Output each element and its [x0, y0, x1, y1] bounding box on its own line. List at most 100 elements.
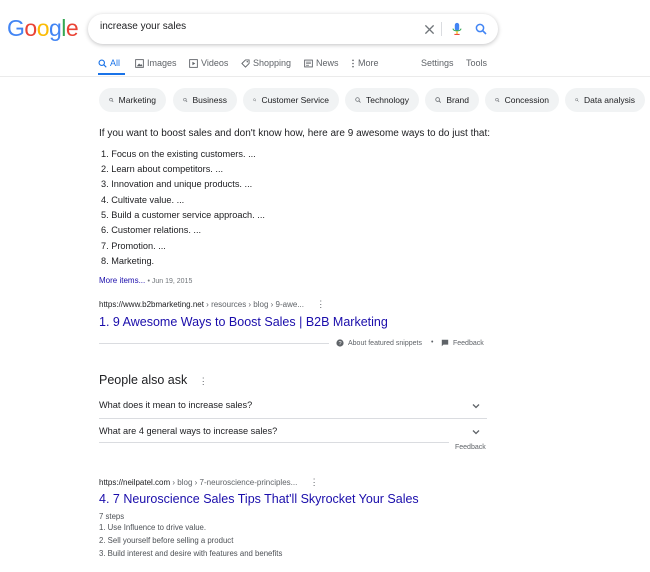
voice-search-button[interactable] — [448, 20, 466, 38]
tab-label: Images — [147, 58, 177, 68]
search-icon — [98, 58, 107, 68]
tab-label: News — [316, 58, 339, 68]
list-item: 4. Cultivate value. ... — [101, 195, 185, 205]
newspaper-icon — [304, 59, 313, 67]
tab-videos[interactable]: Videos — [189, 58, 228, 68]
chip-brand[interactable]: Brand — [425, 88, 479, 112]
search-icon — [575, 98, 579, 102]
more-options-icon[interactable]: ⋮ — [310, 477, 319, 487]
chip-label: Marketing — [118, 95, 156, 105]
chip-business[interactable]: Business — [173, 88, 237, 112]
paa-title: People also ask — [99, 373, 188, 387]
chip-label: Business — [192, 95, 228, 105]
search-icon — [183, 98, 188, 103]
step-item: 2. Sell yourself before selling a produc… — [99, 536, 234, 545]
close-icon — [424, 24, 434, 34]
paa-question[interactable]: What are 4 general ways to increase sale… — [99, 426, 487, 442]
logo-letter: g — [48, 15, 62, 41]
divider — [441, 22, 442, 36]
divider — [99, 418, 487, 419]
result-title-link[interactable]: 1. 9 Awesome Ways to Boost Sales | B2B M… — [99, 315, 388, 329]
paa-question[interactable]: What does it mean to increase sales? — [99, 400, 487, 416]
help-icon: ? — [336, 339, 344, 347]
tab-images[interactable]: Images — [135, 58, 177, 68]
step-item: 1. Use Influence to drive value. — [99, 523, 207, 532]
step-item: 3. Build interest and desire with featur… — [99, 549, 283, 558]
chip-technology[interactable]: Technology — [345, 88, 419, 112]
feedback-label: Feedback — [453, 339, 484, 347]
paa-question-text: What are 4 general ways to increase sale… — [99, 426, 278, 436]
tab-all[interactable]: All — [98, 58, 120, 68]
url-domain: https://www.b2bmarketing.net — [99, 300, 204, 309]
tab-settings[interactable]: Settings — [421, 58, 454, 68]
list-item: 8. Marketing. — [101, 256, 155, 266]
list-item: 5. Build a customer service approach. ..… — [101, 210, 265, 220]
header-divider — [0, 76, 650, 77]
tab-label: Settings — [421, 58, 454, 68]
list-item: 1. Focus on the existing customers. ... — [101, 149, 256, 159]
snippet-feedback-link[interactable]: Feedback — [441, 339, 484, 347]
chip-label: Brand — [446, 95, 469, 105]
tab-shopping[interactable]: Shopping — [241, 58, 291, 68]
search-button[interactable] — [472, 20, 490, 38]
chip-marketing[interactable]: Marketing — [99, 88, 166, 112]
people-also-ask-heading: People also ask ⋮ — [99, 373, 208, 387]
list-item: 7. Promotion. ... — [101, 241, 166, 251]
more-options-icon[interactable]: ⋮ — [199, 376, 208, 386]
video-icon — [189, 58, 198, 68]
more-items-link[interactable]: More items... — [99, 276, 145, 285]
tab-label: All — [110, 58, 121, 68]
search-icon — [355, 97, 361, 103]
list-item: 3. Innovation and unique products. ... — [101, 179, 253, 189]
search-tabs: All Images Videos Shopping News More Set… — [98, 58, 498, 74]
result-url[interactable]: https://neilpatel.com › blog › 7-neurosc… — [99, 477, 319, 488]
list-item: 6. Customer relations. ... — [101, 225, 202, 235]
logo-letter: o — [24, 15, 37, 41]
chevron-down-icon — [472, 404, 480, 409]
tab-tools[interactable]: Tools — [466, 58, 487, 68]
paa-feedback-link[interactable]: Feedback — [455, 444, 486, 451]
tab-more[interactable]: More — [351, 58, 379, 68]
snippet-intro: If you want to boost sales and don't kno… — [99, 128, 491, 139]
logo-letter: G — [7, 15, 25, 41]
more-items-line: More items... • Jun 19, 2015 — [99, 276, 192, 285]
chip-label: Data analysis — [583, 95, 635, 105]
image-icon — [135, 58, 144, 68]
result-title-link[interactable]: 4. 7 Neuroscience Sales Tips That'll Sky… — [99, 492, 419, 506]
clear-button[interactable] — [420, 20, 438, 38]
steps-label: 7 steps — [99, 512, 125, 521]
chip-label: Customer Service — [261, 95, 329, 105]
tab-label: More — [358, 58, 379, 68]
tab-label: Shopping — [253, 58, 292, 68]
result-url[interactable]: https://www.b2bmarketing.net › resources… — [99, 299, 325, 310]
search-icon — [109, 97, 114, 103]
tab-label: Videos — [201, 58, 229, 68]
about-featured-snippets-link[interactable]: ? About featured snippets — [336, 339, 422, 347]
chip-customer-service[interactable]: Customer Service — [243, 88, 339, 112]
tab-label: Tools — [466, 58, 488, 68]
search-icon — [495, 97, 500, 103]
microphone-icon — [452, 22, 462, 35]
url-domain: https://neilpatel.com — [99, 478, 171, 487]
search-input[interactable] — [100, 21, 410, 32]
chip-concession[interactable]: Concession — [485, 88, 559, 112]
search-icon — [253, 98, 257, 102]
google-logo[interactable]: Google — [7, 14, 79, 42]
divider — [99, 343, 329, 344]
snippet-date: • Jun 19, 2015 — [147, 278, 193, 285]
logo-letter: e — [65, 15, 79, 41]
chip-label: Concession — [504, 95, 549, 105]
more-vert-icon — [352, 59, 354, 67]
chip-data-analysis[interactable]: Data analysis — [565, 88, 645, 112]
logo-letter: o — [36, 15, 50, 41]
chip-label: Technology — [365, 95, 409, 105]
search-icon — [435, 97, 442, 103]
bullet-separator: • — [431, 339, 434, 346]
more-options-icon[interactable]: ⋮ — [316, 299, 325, 309]
chevron-down-icon — [472, 430, 480, 435]
divider — [99, 442, 449, 443]
tab-news[interactable]: News — [304, 58, 339, 68]
url-breadcrumb: › blog › 7-neuroscience-principles... — [170, 478, 298, 487]
about-label: About featured snippets — [348, 339, 422, 347]
search-box — [88, 14, 498, 44]
